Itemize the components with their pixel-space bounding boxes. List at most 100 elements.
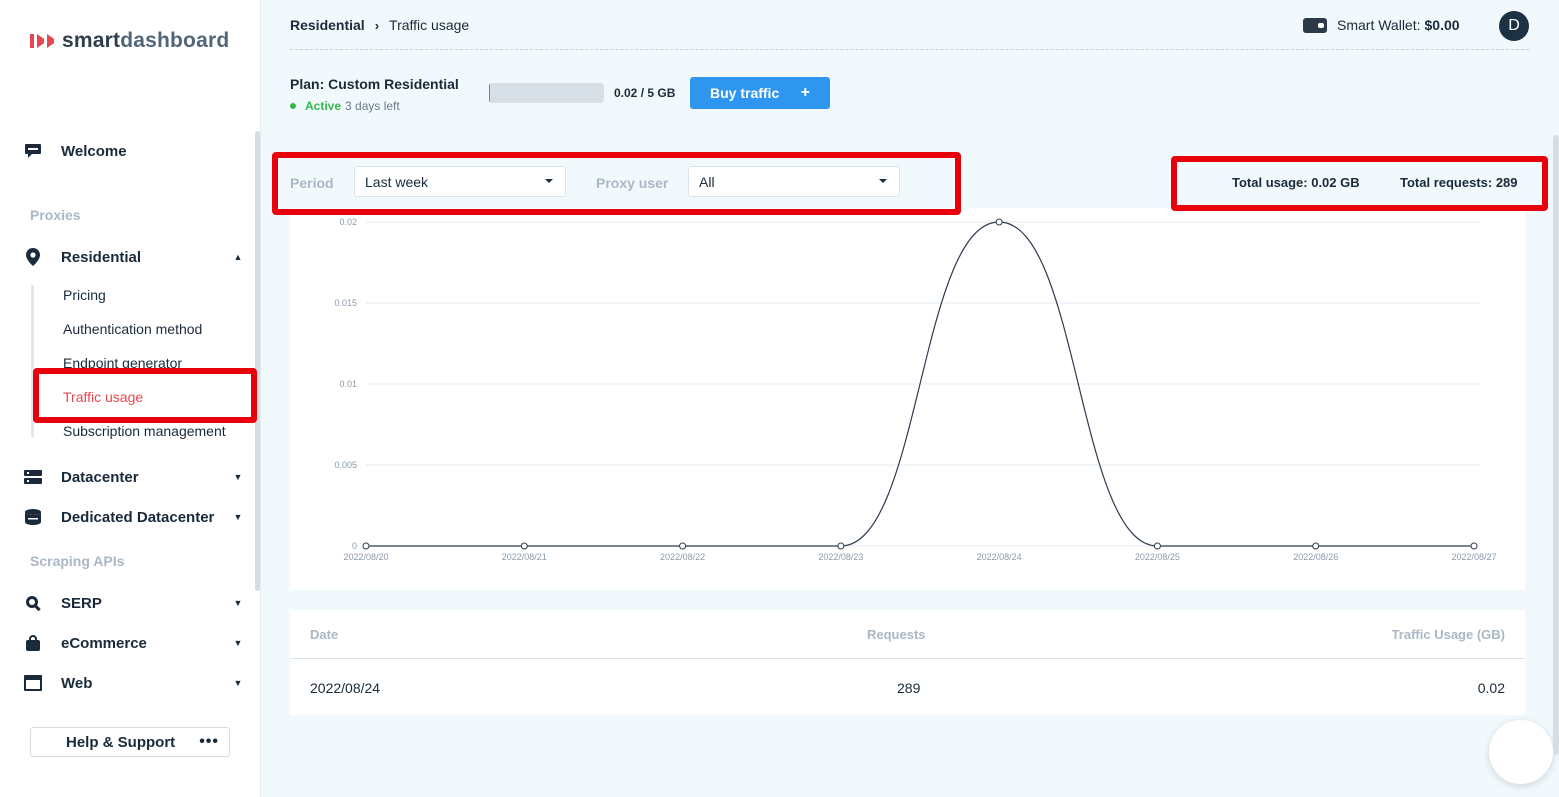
proxy-user-label: Proxy user [596,175,669,191]
x-tick-label: 2022/08/26 [1293,552,1338,562]
plus-icon: + [800,84,810,101]
total-usage: Total usage: 0.02 GB [1232,175,1360,190]
search-icon [24,594,42,612]
nav-serp-label: SERP [61,594,102,612]
sidebar-scrollbar[interactable] [255,131,260,591]
status-badge: Active [305,99,342,113]
breadcrumb-separator-icon: › [374,17,380,33]
data-point[interactable] [362,542,370,550]
table-divider [290,658,1525,659]
table-header-traffic: Traffic Usage (GB) [1391,627,1505,642]
logo-text-part2: dashboard [120,29,230,52]
nav-welcome-label: Welcome [61,142,127,160]
x-tick-label: 2022/08/23 [818,552,863,562]
data-point[interactable] [995,218,1003,226]
nav-ecommerce-label: eCommerce [61,634,147,652]
days-left: 3 days left [345,99,400,113]
buy-traffic-button[interactable]: Buy traffic + [690,77,830,109]
chevron-down-icon: ▼ [233,472,243,482]
buy-traffic-label: Buy traffic [710,85,780,101]
table-header-date: Date [310,627,339,642]
shopping-bag-icon [24,634,42,652]
chevron-down-icon: ▼ [233,512,243,522]
table-cell-traffic: 0.02 [1477,680,1505,696]
breadcrumb-current: Traffic usage [389,17,470,33]
avatar[interactable]: D [1499,11,1529,41]
server-icon [24,468,42,486]
nav-welcome[interactable]: Welcome [24,139,244,163]
caret-down-icon [879,179,887,183]
nav-datacenter[interactable]: Datacenter ▼ [24,465,244,489]
usage-progress-bar [489,83,604,103]
data-point[interactable] [679,542,687,550]
status-dot-icon [290,103,296,109]
logo-text-part1: smart [62,29,121,52]
y-tick-label: 0.015 [334,298,357,308]
data-point[interactable] [1312,542,1320,550]
chevron-down-icon: ▼ [233,678,243,688]
subnav-subscription-management[interactable]: Subscription management [63,423,226,439]
table-cell-date: 2022/08/24 [310,680,381,696]
traffic-chart: 0.02 0.015 0.01 0.005 0 2022/08/20 2022/08/21 2… [290,208,1525,590]
x-tick-label: 2022/08/22 [660,552,705,562]
traffic-table: Date Requests Traffic Usage (GB) 2022/08… [290,610,1525,715]
nav-datacenter-label: Datacenter [61,468,139,486]
main-scrollbar[interactable] [1553,135,1559,755]
subnav-rail [31,285,34,437]
smart-wallet[interactable]: Smart Wallet: $0.00 [1303,17,1460,33]
period-select[interactable]: Last week [354,166,566,197]
table-cell-requests: 289 [897,680,921,696]
location-pin-icon [24,248,42,266]
nav-residential-label: Residential [61,248,142,266]
sidebar: smartdashboard Welcome Proxies Residenti… [0,0,261,797]
browser-window-icon [24,674,42,692]
breadcrumb: Residential › Traffic usage [290,17,469,33]
y-tick-label: 0 [352,541,357,551]
data-point[interactable] [837,542,845,550]
logo[interactable]: smartdashboard [30,29,229,53]
y-tick-label: 0.02 [339,217,357,227]
nav-web[interactable]: Web ▼ [24,671,244,695]
subnav-endpoint-generator[interactable]: Endpoint generator [63,355,182,371]
x-tick-label: 2022/08/24 [977,552,1022,562]
data-point[interactable] [1153,542,1161,550]
subnav-traffic-usage[interactable]: Traffic usage [63,389,143,405]
nav-dedicated-datacenter[interactable]: Dedicated Datacenter ▼ [24,505,244,529]
period-label: Period [290,175,334,191]
header-divider [290,49,1529,50]
period-select-value: Last week [365,173,429,190]
proxy-user-select-value: All [699,173,715,190]
y-tick-label: 0.005 [334,460,357,470]
y-tick-label: 0.01 [339,379,357,389]
caret-down-icon [545,179,553,183]
nav-ecommerce[interactable]: eCommerce ▼ [24,631,244,655]
subnav-authentication-method[interactable]: Authentication method [63,321,202,337]
wallet-label: Smart Wallet: [1337,17,1421,33]
nav-serp[interactable]: SERP ▼ [24,591,244,615]
section-proxies: Proxies [30,207,81,223]
usage-text: 0.02 / 5 GB [614,86,676,100]
data-point[interactable] [1470,542,1478,550]
subnav-pricing[interactable]: Pricing [63,287,106,303]
chevron-up-icon: ▲ [233,252,243,262]
proxy-user-select[interactable]: All [688,166,900,197]
x-tick-label: 2022/08/20 [343,552,388,562]
x-tick-label: 2022/08/27 [1451,552,1496,562]
plan-title: Plan: Custom Residential [290,76,459,92]
data-point[interactable] [520,542,528,550]
chat-widget-button[interactable] [1489,720,1553,784]
nav-residential[interactable]: Residential ▲ [24,245,244,269]
more-dots-icon: ••• [199,733,219,750]
chevron-down-icon: ▼ [233,638,243,648]
x-tick-label: 2022/08/21 [502,552,547,562]
wallet-icon [1303,17,1327,33]
table-header-requests: Requests [867,627,926,642]
breadcrumb-residential[interactable]: Residential [290,17,365,33]
plan-status: Active 3 days left [290,99,400,113]
x-tick-label: 2022/08/25 [1135,552,1180,562]
help-support-label: Help & Support [66,733,176,751]
total-requests: Total requests: 289 [1400,175,1518,190]
help-support-button[interactable]: Help & Support ••• [30,727,230,757]
chat-icon [24,142,42,160]
section-scraping-apis: Scraping APIs [30,553,125,569]
